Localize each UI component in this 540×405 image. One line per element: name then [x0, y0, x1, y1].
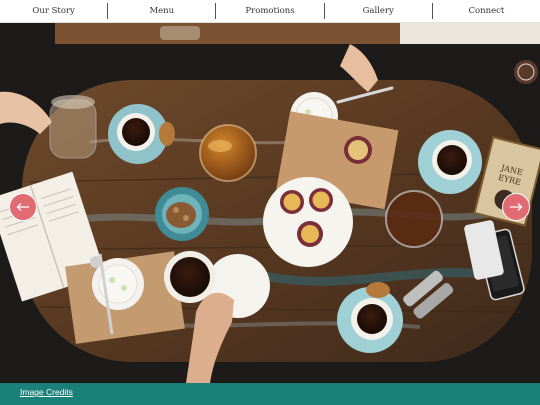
nav-item-connect[interactable]: Connect — [433, 3, 540, 19]
nav-item-menu[interactable]: Menu — [108, 3, 217, 19]
slider-next-button[interactable] — [502, 193, 530, 221]
nav-item-our-story[interactable]: Our Story — [0, 3, 109, 19]
arrow-left-icon — [16, 202, 30, 212]
arrow-right-icon — [509, 202, 523, 212]
image-credits-link[interactable]: Image Credits — [20, 387, 73, 397]
nav-item-gallery[interactable]: Gallery — [325, 3, 433, 19]
nav-item-promotions[interactable]: Promotions — [216, 3, 325, 19]
top-navigation: Our Story Menu Promotions Gallery Connec… — [0, 0, 540, 23]
footer-bar: Image Credits — [0, 383, 540, 405]
hero-image: JANE EYRE — [0, 22, 540, 383]
slider-prev-button[interactable] — [9, 193, 37, 221]
